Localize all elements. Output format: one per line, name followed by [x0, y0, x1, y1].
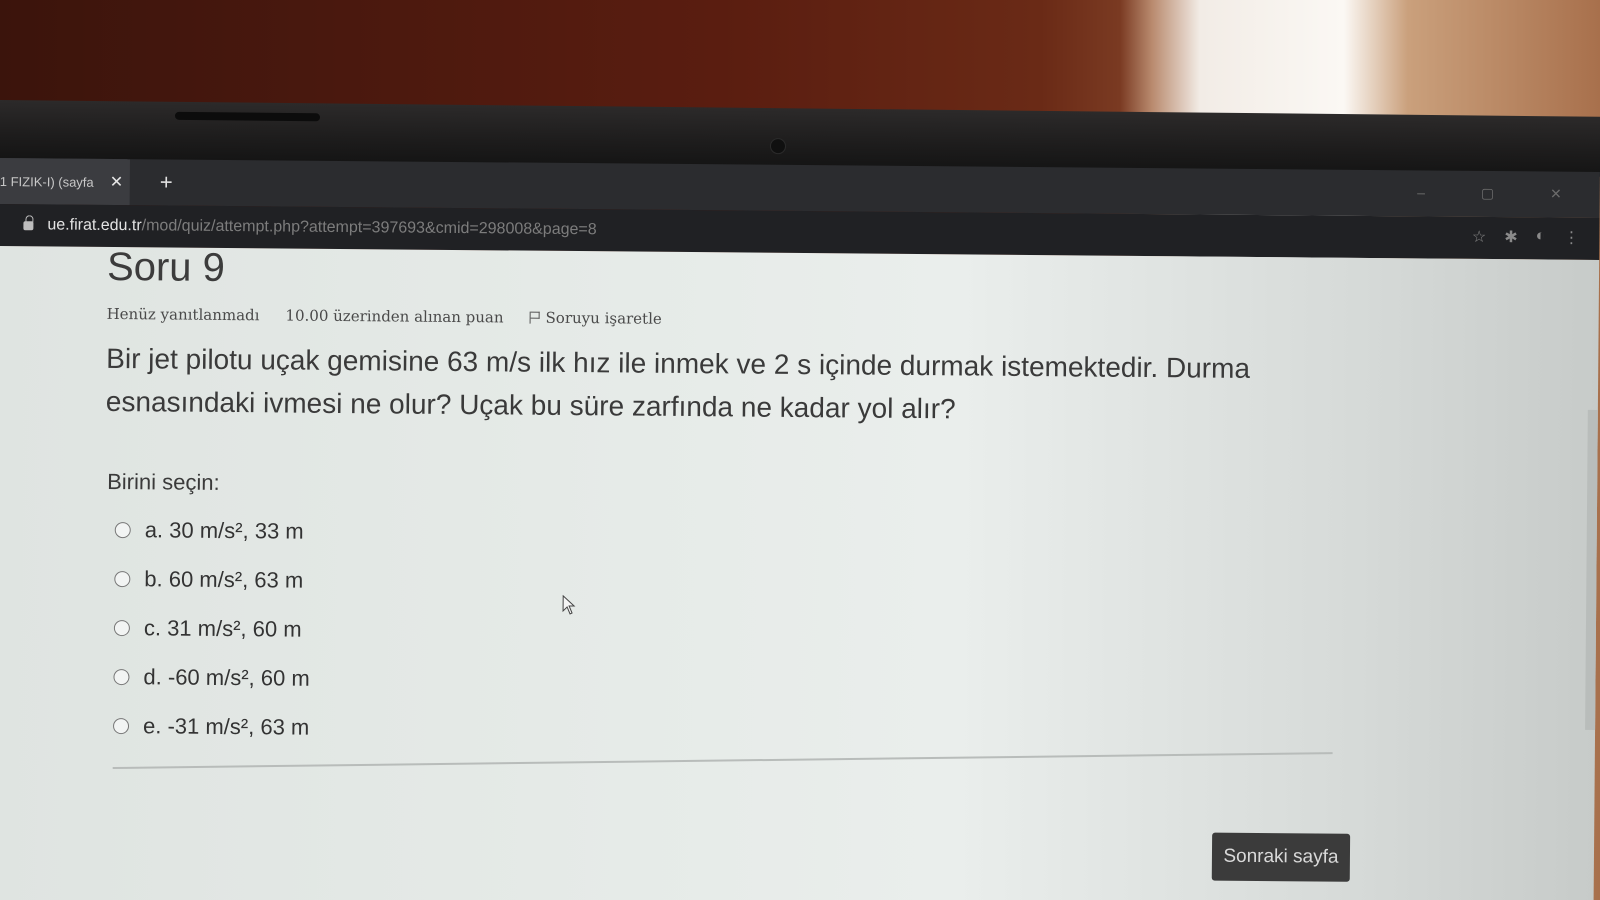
option-label: e. -31 m/s², 63 m [142, 712, 310, 740]
tab-title: 1 FIZIK-I) (sayfa [0, 173, 94, 190]
browser-window: 1 FIZIK-I) (sayfa ✕ + – ▢ ✕ ue.firat.edu… [0, 158, 1600, 900]
divider [112, 752, 1333, 770]
flag-question-label: Soruyu işaretle [545, 308, 662, 328]
lock-icon [23, 220, 34, 230]
question-title: Soru 9 [106, 244, 226, 290]
answer-prompt: Birini seçin: [107, 468, 220, 495]
photo-scene: 1 FIZIK-I) (sayfa ✕ + – ▢ ✕ ue.firat.edu… [0, 0, 1600, 900]
question-points: 10.00 üzerinden alınan puan [285, 306, 504, 327]
option-a[interactable]: a. 30 m/s², 33 m [114, 505, 312, 556]
question-info: Henüz yanıtlanmadı 10.00 üzerinden alına… [107, 305, 662, 328]
flag-icon [530, 312, 540, 324]
bezel-sensor [175, 111, 320, 122]
extensions-icon[interactable]: ✱ [1504, 227, 1518, 247]
url-path: /mod/quiz/attempt.php?attempt=397693&cmi… [141, 217, 597, 239]
option-label: b. 60 m/s², 63 m [144, 565, 304, 593]
option-e[interactable]: e. -31 m/s², 63 m [112, 701, 310, 752]
close-icon[interactable]: ✕ [110, 172, 124, 192]
mouse-cursor-icon [562, 594, 576, 615]
tab-quiz[interactable]: 1 FIZIK-I) (sayfa ✕ [0, 158, 130, 206]
url-text[interactable]: ue.firat.edu.tr/mod/quiz/attempt.php?att… [47, 216, 596, 239]
scrollbar[interactable] [1585, 409, 1598, 730]
option-d[interactable]: d. -60 m/s², 60 m [113, 652, 310, 703]
question-text: Bir jet pilotu uçak gemisine 63 m/s ilk … [105, 342, 1251, 425]
profile-icon[interactable]: ◐ [1536, 227, 1546, 247]
radio-button[interactable] [114, 570, 131, 587]
new-tab-icon[interactable]: + [160, 169, 173, 195]
question-status: Henüz yanıtlanmadı [106, 304, 260, 325]
radio-button[interactable] [113, 619, 130, 636]
option-label: d. -60 m/s², 60 m [143, 663, 310, 691]
url-host: ue.firat.edu.tr [47, 216, 142, 235]
option-b[interactable]: b. 60 m/s², 63 m [114, 554, 311, 605]
address-bar-icons: ☆ ✱ ◐ ⋮ [1472, 227, 1580, 248]
radio-button[interactable] [112, 717, 130, 734]
webcam-icon [770, 138, 786, 155]
next-page-button[interactable]: Sonraki sayfa [1211, 832, 1351, 882]
page-content: Soru 9 Henüz yanıtlanmadı 10.00 üzerinde… [0, 244, 1600, 900]
answer-options: a. 30 m/s², 33 m b. 60 m/s², 63 m c. 31 … [112, 505, 312, 752]
star-icon[interactable]: ☆ [1472, 227, 1487, 247]
flag-question-link[interactable]: Soruyu işaretle [530, 309, 662, 328]
option-c[interactable]: c. 31 m/s², 60 m [113, 603, 311, 654]
menu-icon[interactable]: ⋮ [1563, 228, 1579, 248]
option-label: c. 31 m/s², 60 m [143, 614, 302, 642]
window-controls[interactable]: – ▢ ✕ [1417, 184, 1588, 202]
radio-button[interactable] [114, 521, 131, 538]
radio-button[interactable] [113, 668, 130, 685]
option-label: a. 30 m/s², 33 m [144, 516, 304, 544]
